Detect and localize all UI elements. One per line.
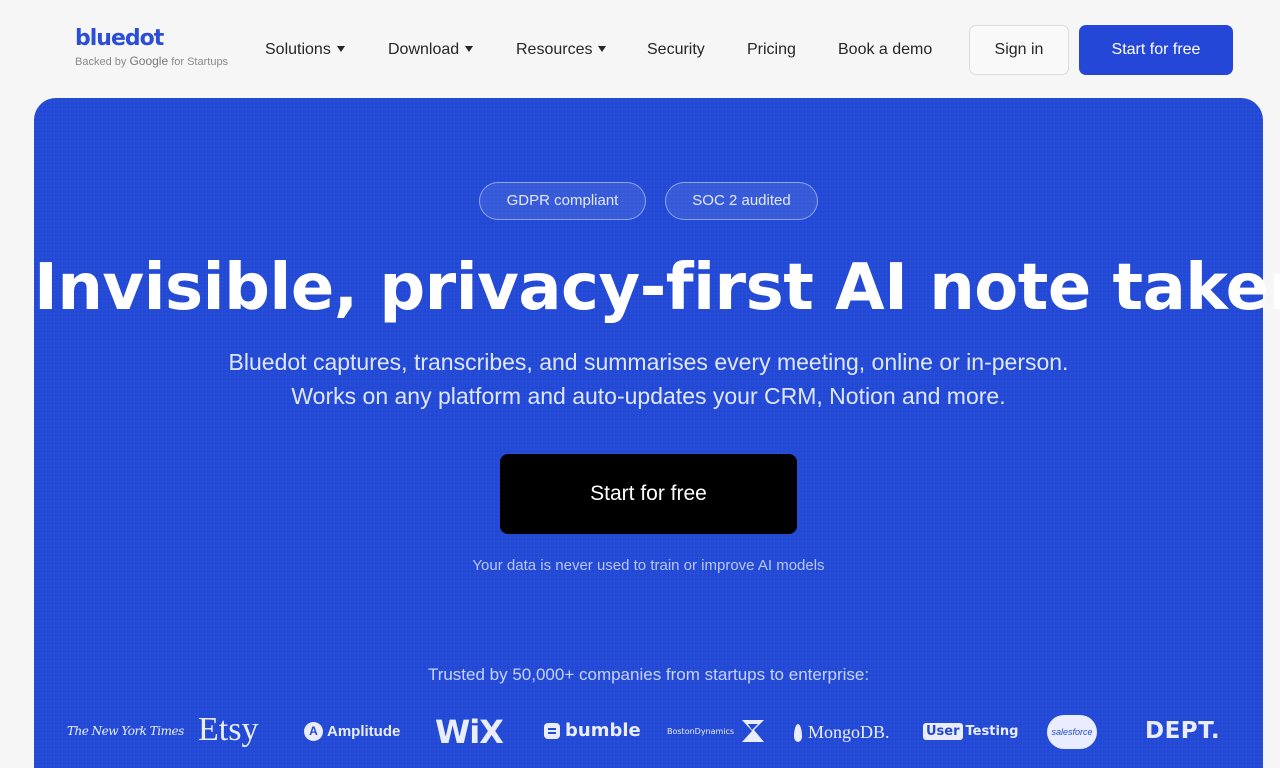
- salesforce-logo: salesforce: [1047, 715, 1097, 749]
- nav-resources[interactable]: Resources: [516, 38, 607, 62]
- brand-tagline: Backed by Google for Startups: [75, 54, 229, 68]
- nav-solutions[interactable]: Solutions: [265, 38, 345, 62]
- chevron-down-icon: [336, 46, 345, 52]
- chevron-down-icon: [598, 46, 607, 52]
- usertesting-logo: User Testing: [923, 723, 1018, 740]
- boston-dynamics-logo: BostonDynamics: [667, 718, 766, 744]
- data-privacy-note: Your data is never used to train or impr…: [472, 557, 825, 574]
- header-start-free-button[interactable]: Start for free: [1079, 25, 1233, 75]
- nav-security[interactable]: Security: [647, 38, 705, 62]
- mongodb-leaf-icon: [794, 723, 802, 742]
- dept-logo: DEPT.: [1145, 718, 1221, 744]
- nav-pricing[interactable]: Pricing: [747, 38, 796, 62]
- hero-start-free-button[interactable]: Start for free: [500, 454, 797, 534]
- nyt-logo: The New York Times: [67, 724, 184, 738]
- sign-in-button[interactable]: Sign in: [969, 25, 1069, 75]
- bumble-icon: [544, 722, 560, 739]
- mongodb-logo: MongoDB.: [794, 722, 890, 743]
- brand-logo[interactable]: bluedot Backed by Google for Startups: [75, 27, 228, 70]
- hero-section: GDPR compliant SOC 2 audited Invisible, …: [34, 98, 1280, 768]
- amplitude-icon: A: [304, 722, 323, 741]
- chevron-down-icon: [465, 46, 474, 52]
- bumble-logo: bumble: [544, 720, 641, 741]
- gdpr-badge: GDPR compliant: [479, 182, 646, 220]
- hero-subline-1: Bluedot captures, transcribes, and summa…: [228, 349, 1069, 375]
- boston-dynamics-icon: [742, 720, 765, 742]
- hero-subline-2: Works on any platform and auto-updates y…: [291, 383, 1006, 409]
- hero-headline: Invisible, privacy-first AI note taker: [34, 251, 1280, 325]
- wix-logo: WiX: [435, 713, 504, 751]
- trusted-by-text: Trusted by 50,000+ companies from startu…: [427, 665, 870, 684]
- brand-wordmark: bluedot: [75, 26, 164, 51]
- amplitude-logo: A Amplitude: [304, 722, 400, 741]
- soc2-badge: SOC 2 audited: [665, 182, 818, 220]
- nav-download[interactable]: Download: [388, 38, 474, 62]
- nav-book-demo[interactable]: Book a demo: [838, 38, 932, 62]
- etsy-logo: Etsy: [198, 711, 259, 748]
